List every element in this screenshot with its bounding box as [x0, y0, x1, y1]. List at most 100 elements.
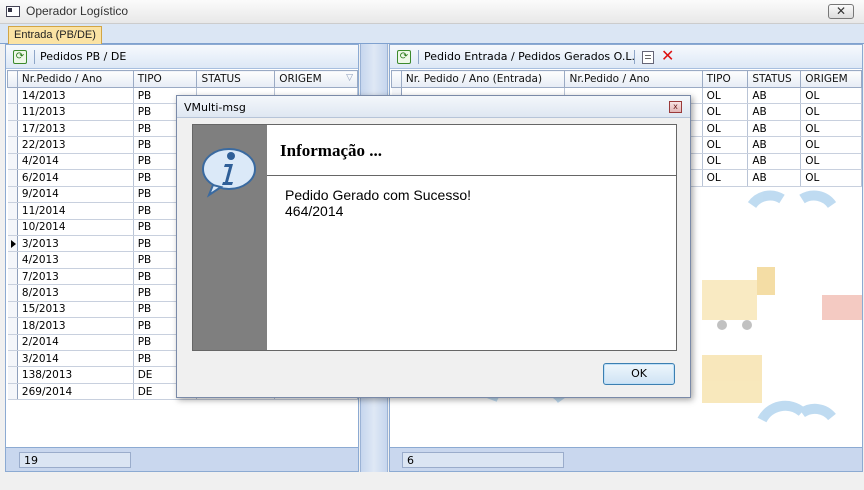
- row-selector[interactable]: [7, 268, 18, 286]
- cell-nr-pedido[interactable]: 14/2013: [17, 87, 134, 105]
- row-selector[interactable]: [7, 219, 18, 236]
- cell-tipo[interactable]: OL: [702, 169, 749, 187]
- col-header-tipo[interactable]: TIPO: [132, 70, 198, 88]
- row-selector-header: [7, 70, 18, 88]
- cell-tipo[interactable]: OL: [702, 120, 749, 138]
- row-selector[interactable]: [7, 366, 18, 384]
- row-selector[interactable]: [7, 284, 18, 302]
- row-selector[interactable]: [7, 251, 18, 269]
- cell-nr-pedido[interactable]: 11/2014: [17, 202, 134, 220]
- refresh-icon[interactable]: ⟳: [13, 50, 27, 64]
- cell-nr-pedido[interactable]: 3/2014: [17, 350, 134, 368]
- delete-icon[interactable]: ✕: [661, 47, 674, 65]
- dialog-message: Pedido Gerado com Sucesso! 464/2014: [285, 187, 471, 219]
- cell-nr-pedido[interactable]: 15/2013: [17, 301, 134, 319]
- left-grid-header-row: Nr.Pedido / Ano TIPO STATUS ORIGEM ▽: [7, 70, 358, 88]
- dialog-body: Informação ... Pedido Gerado com Sucesso…: [192, 124, 677, 351]
- cell-status[interactable]: AB: [747, 87, 802, 105]
- row-selector[interactable]: [7, 120, 18, 138]
- cell-origem[interactable]: OL: [800, 87, 862, 105]
- cell-nr-pedido[interactable]: 18/2013: [17, 317, 134, 335]
- cell-origem[interactable]: OL: [800, 153, 862, 171]
- cell-nr-pedido[interactable]: 3/2013: [17, 235, 134, 253]
- dialog-heading: Informação ...: [280, 141, 382, 160]
- right-record-count: 6: [402, 452, 564, 468]
- col-header-origem[interactable]: ORIGEM: [800, 70, 862, 88]
- right-panel-header: ⟳ Pedido Entrada / Pedidos Gerados O.L. …: [390, 45, 862, 69]
- cell-nr-pedido[interactable]: 269/2014: [17, 383, 134, 401]
- cell-nr-pedido[interactable]: 7/2013: [17, 268, 134, 286]
- cell-origem[interactable]: OL: [800, 136, 862, 154]
- cell-status[interactable]: AB: [747, 169, 802, 187]
- tab-entrada[interactable]: Entrada (PB/DE): [8, 26, 102, 44]
- cell-origem[interactable]: OL: [800, 169, 862, 187]
- row-selector[interactable]: [7, 235, 18, 253]
- row-selector[interactable]: [7, 153, 18, 171]
- cell-nr-pedido[interactable]: 8/2013: [17, 284, 134, 302]
- ok-button[interactable]: OK: [603, 363, 675, 385]
- app-icon: [6, 6, 20, 17]
- cell-origem[interactable]: OL: [800, 120, 862, 138]
- cell-nr-pedido[interactable]: 9/2014: [17, 186, 134, 204]
- left-panel-header: ⟳ Pedidos PB / DE: [6, 45, 358, 69]
- row-selector[interactable]: [7, 202, 18, 220]
- notepad-icon[interactable]: [642, 51, 654, 64]
- cell-status[interactable]: AB: [747, 120, 802, 138]
- cell-nr-pedido[interactable]: 10/2014: [17, 219, 134, 236]
- refresh-icon[interactable]: ⟳: [397, 50, 411, 64]
- cell-status[interactable]: AB: [747, 103, 802, 121]
- current-row-indicator-icon: [10, 239, 16, 248]
- row-selector[interactable]: [7, 87, 18, 105]
- col-header-status[interactable]: STATUS: [747, 70, 802, 88]
- dialog-heading-area: Informação ...: [267, 125, 676, 176]
- col-header-status[interactable]: STATUS: [196, 70, 276, 88]
- cell-nr-pedido[interactable]: 2/2014: [17, 334, 134, 352]
- window-title: Operador Logístico: [26, 4, 129, 18]
- right-footer: 6: [390, 447, 862, 471]
- row-selector[interactable]: [7, 301, 18, 319]
- cell-status[interactable]: AB: [747, 153, 802, 171]
- col-header-nr-pedido-entrada[interactable]: Nr. Pedido / Ano (Entrada): [400, 70, 566, 88]
- cell-nr-pedido[interactable]: 4/2013: [17, 251, 134, 269]
- filter-icon[interactable]: ▽: [346, 73, 353, 83]
- cell-tipo[interactable]: OL: [702, 87, 749, 105]
- title-bar: Operador Logístico ✕: [0, 0, 864, 24]
- row-selector[interactable]: [7, 383, 18, 401]
- cell-tipo[interactable]: OL: [702, 136, 749, 154]
- cell-tipo[interactable]: OL: [702, 103, 749, 121]
- row-selector[interactable]: [7, 169, 18, 187]
- row-selector[interactable]: [7, 186, 18, 204]
- col-header-origem-label: ORIGEM: [279, 73, 322, 85]
- info-icon: [202, 148, 256, 198]
- dialog-message-line1: Pedido Gerado com Sucesso!: [285, 187, 471, 203]
- col-header-nr-pedido[interactable]: Nr.Pedido / Ano: [564, 70, 703, 88]
- cell-nr-pedido[interactable]: 22/2013: [17, 136, 134, 154]
- cell-nr-pedido[interactable]: 11/2013: [17, 103, 134, 121]
- message-dialog: VMulti-msg x Informação ... Pedido Gerad…: [176, 95, 691, 398]
- left-footer: 19: [6, 447, 358, 471]
- dialog-icon-panel: [193, 125, 267, 350]
- col-header-nr-pedido[interactable]: Nr.Pedido / Ano: [16, 70, 134, 88]
- toolbar-separator: [418, 50, 419, 64]
- cell-origem[interactable]: OL: [800, 103, 862, 121]
- col-header-origem[interactable]: ORIGEM ▽: [274, 70, 358, 88]
- row-selector[interactable]: [7, 103, 18, 121]
- row-selector[interactable]: [7, 317, 18, 335]
- row-selector[interactable]: [7, 136, 18, 154]
- cell-nr-pedido[interactable]: 4/2014: [17, 153, 134, 171]
- cell-status[interactable]: AB: [747, 136, 802, 154]
- dialog-title-bar: VMulti-msg x: [177, 96, 690, 118]
- row-selector[interactable]: [7, 350, 18, 368]
- dialog-title: VMulti-msg: [184, 101, 246, 114]
- row-selector[interactable]: [7, 334, 18, 352]
- col-header-tipo[interactable]: TIPO: [701, 70, 749, 88]
- status-bar: [0, 472, 864, 490]
- cell-nr-pedido[interactable]: 17/2013: [17, 120, 134, 138]
- dialog-close-button[interactable]: x: [669, 101, 682, 113]
- dialog-message-line2: 464/2014: [285, 203, 344, 219]
- cell-tipo[interactable]: OL: [702, 153, 749, 171]
- cell-nr-pedido[interactable]: 138/2013: [17, 366, 134, 384]
- window-close-button[interactable]: ✕: [828, 4, 854, 19]
- cell-nr-pedido[interactable]: 6/2014: [17, 169, 134, 187]
- left-panel-title: Pedidos PB / DE: [40, 50, 127, 63]
